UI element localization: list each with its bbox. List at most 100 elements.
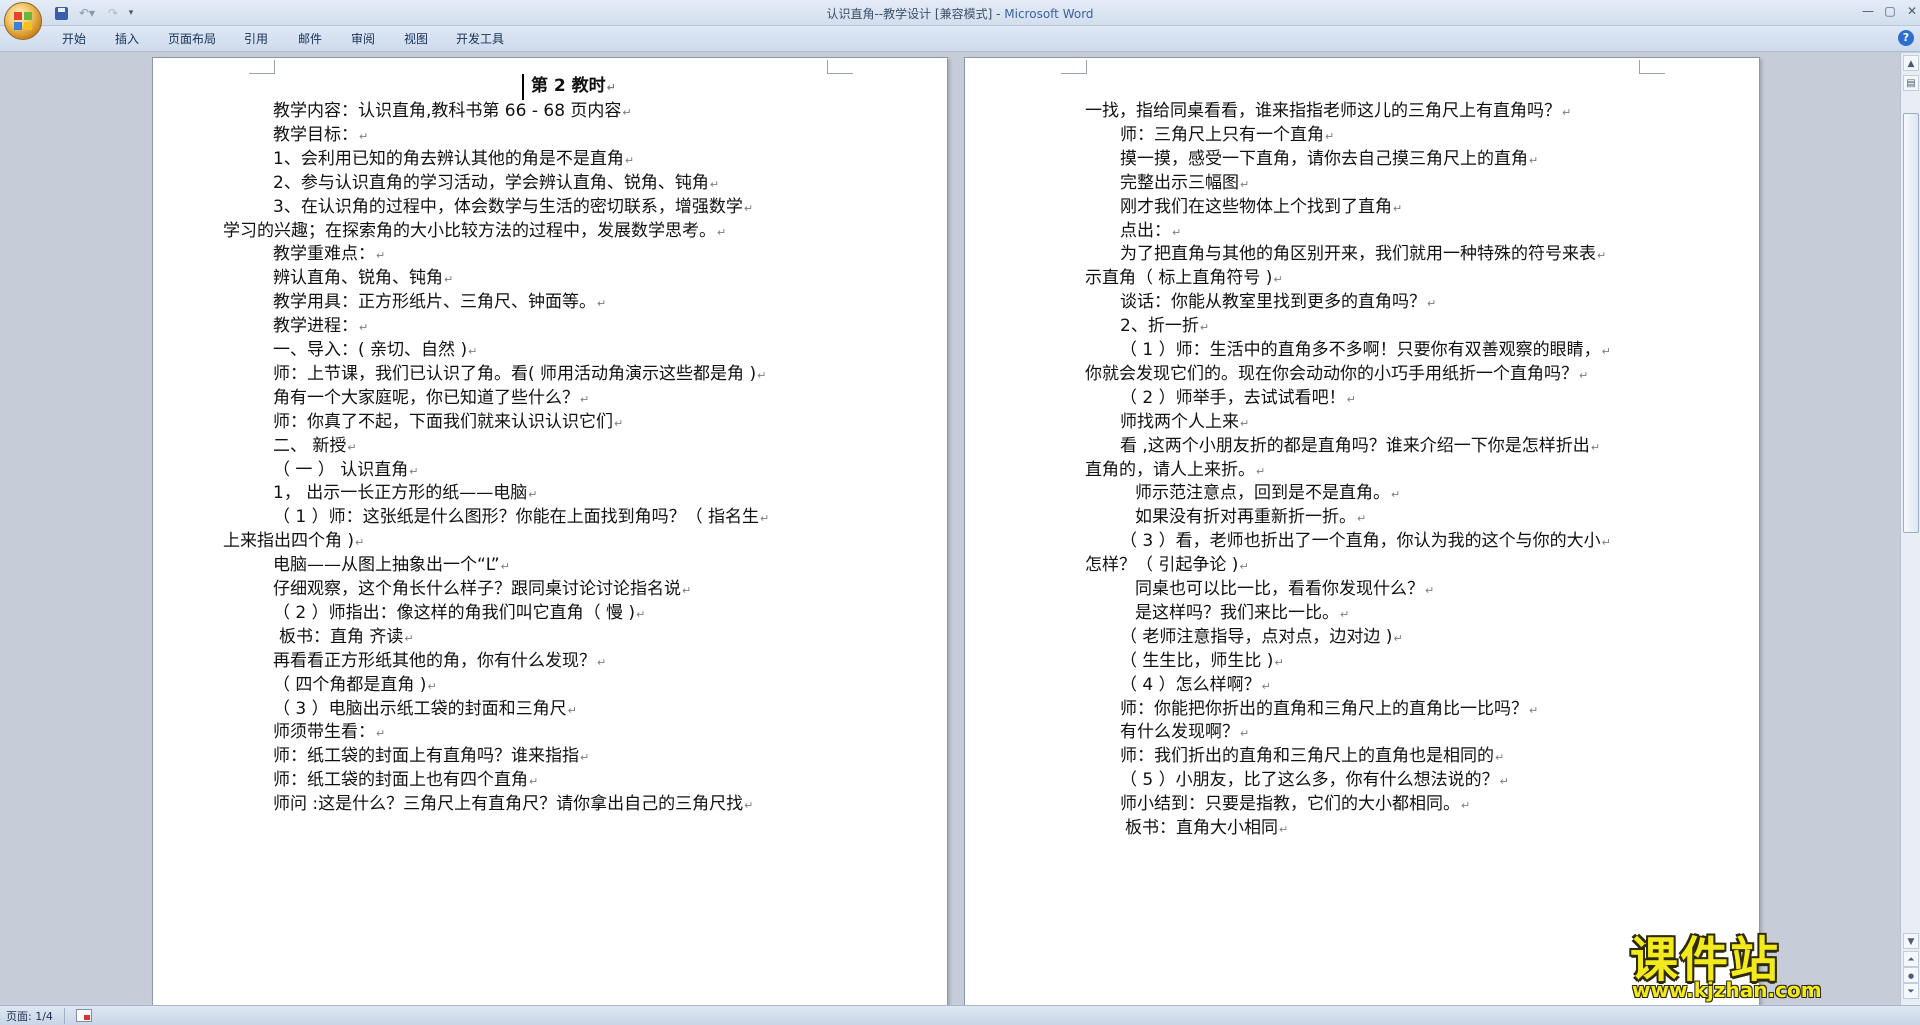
paragraph-mark-icon: ↵ — [359, 130, 369, 143]
paragraph-mark-icon: ↵ — [427, 680, 437, 693]
text-line: （ 2 ）师举手，去试试看吧！↵ — [1120, 388, 1356, 408]
tab-mailings[interactable]: 邮件 — [294, 30, 326, 48]
margin-corner-mark — [1639, 60, 1665, 74]
paragraph-mark-icon: ↵ — [760, 512, 770, 525]
paragraph-mark-icon: ↵ — [1529, 704, 1539, 717]
text-line: 教学进程：↵ — [273, 316, 369, 336]
text-line: 学习的兴趣；在探索角的大小比较方法的过程中，发展数学思考。↵ — [223, 221, 727, 241]
text-line: 刚才我们在这些物体上个找到了直角↵ — [1120, 197, 1403, 217]
document-workspace: 第 2 教时↵ 教学内容：认识直角,教科书第 66 - 68 页内容↵ 教学目标：… — [0, 53, 1900, 1005]
text-line: 师问 :这是什么？三角尺上有直角尺？请你拿出自己的三角尺找↵ — [273, 794, 754, 814]
text-line: 示直角（ 标上直角符号 )↵ — [1085, 268, 1283, 288]
tab-insert[interactable]: 插入 — [111, 30, 143, 48]
paragraph-mark-icon: ↵ — [1240, 178, 1250, 191]
text-line: （ 老师注意指导，点对点，边对边 )↵ — [1120, 627, 1403, 647]
text-line: （ 1 ）师：这张纸是什么图形？你能在上面找到角吗？（ 指名生↵ — [273, 507, 770, 527]
next-page-icon[interactable]: ⏷ — [1903, 983, 1919, 999]
paragraph-mark-icon: ↵ — [580, 393, 590, 406]
help-icon[interactable]: ? — [1898, 30, 1914, 46]
title-bar: ↶▾ ↷ ▾ 认识直角--教学设计 [兼容模式] - Microsoft Wor… — [0, 0, 1920, 26]
paragraph-mark-icon: ↵ — [1562, 106, 1572, 119]
tab-view[interactable]: 视图 — [400, 30, 432, 48]
paragraph-mark-icon: ↵ — [567, 704, 577, 717]
paragraph-mark-icon: ↵ — [1346, 393, 1356, 406]
text-line: 3、在认识角的过程中，体会数学与生活的密切联系，增强数学↵ — [273, 197, 754, 217]
paragraph-mark-icon: ↵ — [1240, 417, 1250, 430]
paragraph-mark-icon: ↵ — [1597, 249, 1607, 262]
text-line: 怎样？（ 引起争论 )↵ — [1085, 555, 1249, 575]
paragraph-mark-icon: ↵ — [359, 321, 369, 334]
paragraph-mark-icon: ↵ — [1427, 297, 1437, 310]
text-line: 上来指出四个角 )↵ — [223, 531, 365, 551]
paragraph-mark-icon: ↵ — [376, 727, 386, 740]
text-line: 师找两个人上来↵ — [1120, 412, 1250, 432]
text-line: 有什么发现啊？↵ — [1120, 722, 1250, 742]
text-line: 再看看正方形纸其他的角，你有什么发现？↵ — [273, 651, 607, 671]
text-line: 同桌也可以比一比，看看你发现什么？↵ — [1135, 579, 1435, 599]
text-line: 师：上节课，我们已认识了角。看( 师用活动角演示这些都是角 )↵ — [273, 364, 767, 384]
office-logo-icon — [14, 12, 32, 30]
text-line: 教学目标：↵ — [273, 125, 369, 145]
paragraph-mark-icon: ↵ — [597, 297, 607, 310]
paragraph-mark-icon: ↵ — [1357, 512, 1367, 525]
maximize-button[interactable]: ▢ — [1880, 3, 1900, 19]
margin-corner-mark — [827, 60, 853, 74]
paragraph-mark-icon: ↵ — [624, 154, 635, 167]
text-line: （ 3 ）看，老师也折出了一个直角，你认为我的这个与你的大小↵ — [1120, 531, 1611, 551]
text-line: 电脑——从图上抽象出一个“L”↵ — [273, 555, 510, 575]
text-line: 完整出示三幅图↵ — [1120, 173, 1250, 193]
text-line: 直角的，请人上来折。↵ — [1085, 460, 1266, 480]
text-line: 看 ,这两个小朋友折的都是直角吗？谁来介绍一下你是怎样折出↵ — [1120, 436, 1601, 456]
paragraph-mark-icon: ↵ — [404, 632, 414, 645]
text-line: （ 四个角都是直角 )↵ — [273, 675, 437, 695]
text-line: （ 5 ）小朋友，比了这么多，你有什么想法说的？↵ — [1120, 770, 1509, 790]
scrollbar-thumb[interactable] — [1903, 113, 1919, 533]
paragraph-mark-icon: ↵ — [1590, 441, 1601, 454]
text-line: 师：纸工袋的封面上也有四个直角↵ — [273, 770, 539, 790]
document-page-1[interactable]: 第 2 教时↵ 教学内容：认识直角,教科书第 66 - 68 页内容↵ 教学目标：… — [152, 57, 948, 1005]
paragraph-mark-icon: ↵ — [1274, 656, 1284, 669]
text-line: 摸一摸，感受一下直角，请你去自己摸三角尺上的直角↵ — [1120, 149, 1539, 169]
view-ruler-icon[interactable]: ▤ — [1903, 75, 1919, 91]
select-browse-object-icon[interactable]: ● — [1903, 967, 1919, 983]
document-page-2[interactable]: 一找，指给同桌看看，谁来指指老师这儿的三角尺上有直角吗？↵ 师：三角尺上只有一个直… — [964, 57, 1760, 1005]
text-line: （ 一 ） 认识直角↵ — [273, 460, 419, 480]
scroll-up-icon[interactable]: ▲ — [1903, 55, 1919, 71]
text-line: 板书：直角大小相同↵ — [1125, 818, 1289, 838]
office-button[interactable] — [4, 2, 42, 40]
paragraph-mark-icon: ↵ — [1325, 130, 1335, 143]
paragraph-mark-icon: ↵ — [1425, 584, 1435, 597]
text-line: 谈话：你能从教室里找到更多的直角吗？↵ — [1120, 292, 1437, 312]
text-line: 师须带生看：↵ — [273, 722, 386, 742]
text-line: 师：你能把你折出的直角和三角尺上的直角比一比吗？↵ — [1120, 699, 1539, 719]
paragraph-mark-icon: ↵ — [757, 369, 767, 382]
paragraph-mark-icon: ↵ — [409, 465, 419, 478]
text-line: 为了把直角与其他的角区别开来，我们就用一种特殊的符号来表↵ — [1120, 244, 1607, 264]
paragraph-mark-icon: ↵ — [468, 345, 478, 358]
text-line: 师示范注意点，回到是不是直角。↵ — [1135, 483, 1401, 503]
minimize-button[interactable]: — — [1858, 3, 1878, 19]
close-button[interactable]: ✕ — [1902, 3, 1920, 19]
proofing-errors-icon[interactable] — [76, 1009, 92, 1022]
paragraph-mark-icon: ↵ — [614, 417, 624, 430]
paragraph-mark-icon: ↵ — [636, 608, 646, 621]
tab-home[interactable]: 开始 — [58, 30, 90, 48]
tab-references[interactable]: 引用 — [240, 30, 272, 48]
vertical-scrollbar[interactable]: ▲ ▤ ▼ ⏶ ● ⏷ — [1900, 53, 1920, 1005]
status-divider — [64, 1008, 65, 1024]
paragraph-mark-icon: ↵ — [1340, 608, 1350, 621]
text-line: （ 1 ）师：生活中的直角多不多啊！只要你有双善观察的眼睛，↵ — [1120, 340, 1611, 360]
text-line: （ 2 ）师指出：像这样的角我们叫它直角（ 慢 )↵ — [273, 603, 646, 623]
ribbon-tabs: 开始 插入 页面布局 引用 邮件 审阅 视图 开发工具 — [0, 26, 1920, 52]
scroll-down-icon[interactable]: ▼ — [1903, 933, 1919, 949]
paragraph-mark-icon: ↵ — [1279, 823, 1289, 836]
page-count[interactable]: 页面: 1/4 — [6, 1008, 53, 1024]
paragraph-mark-icon: ↵ — [717, 226, 727, 239]
paragraph-mark-icon: ↵ — [1601, 536, 1611, 549]
tab-page-layout[interactable]: 页面布局 — [165, 30, 219, 48]
tab-review[interactable]: 审阅 — [347, 30, 379, 48]
text-line: 师：我们折出的直角和三角尺上的直角也是相同的↵ — [1120, 746, 1505, 766]
paragraph-mark-icon: ↵ — [355, 536, 365, 549]
previous-page-icon[interactable]: ⏶ — [1903, 951, 1919, 967]
tab-developer[interactable]: 开发工具 — [453, 30, 507, 48]
